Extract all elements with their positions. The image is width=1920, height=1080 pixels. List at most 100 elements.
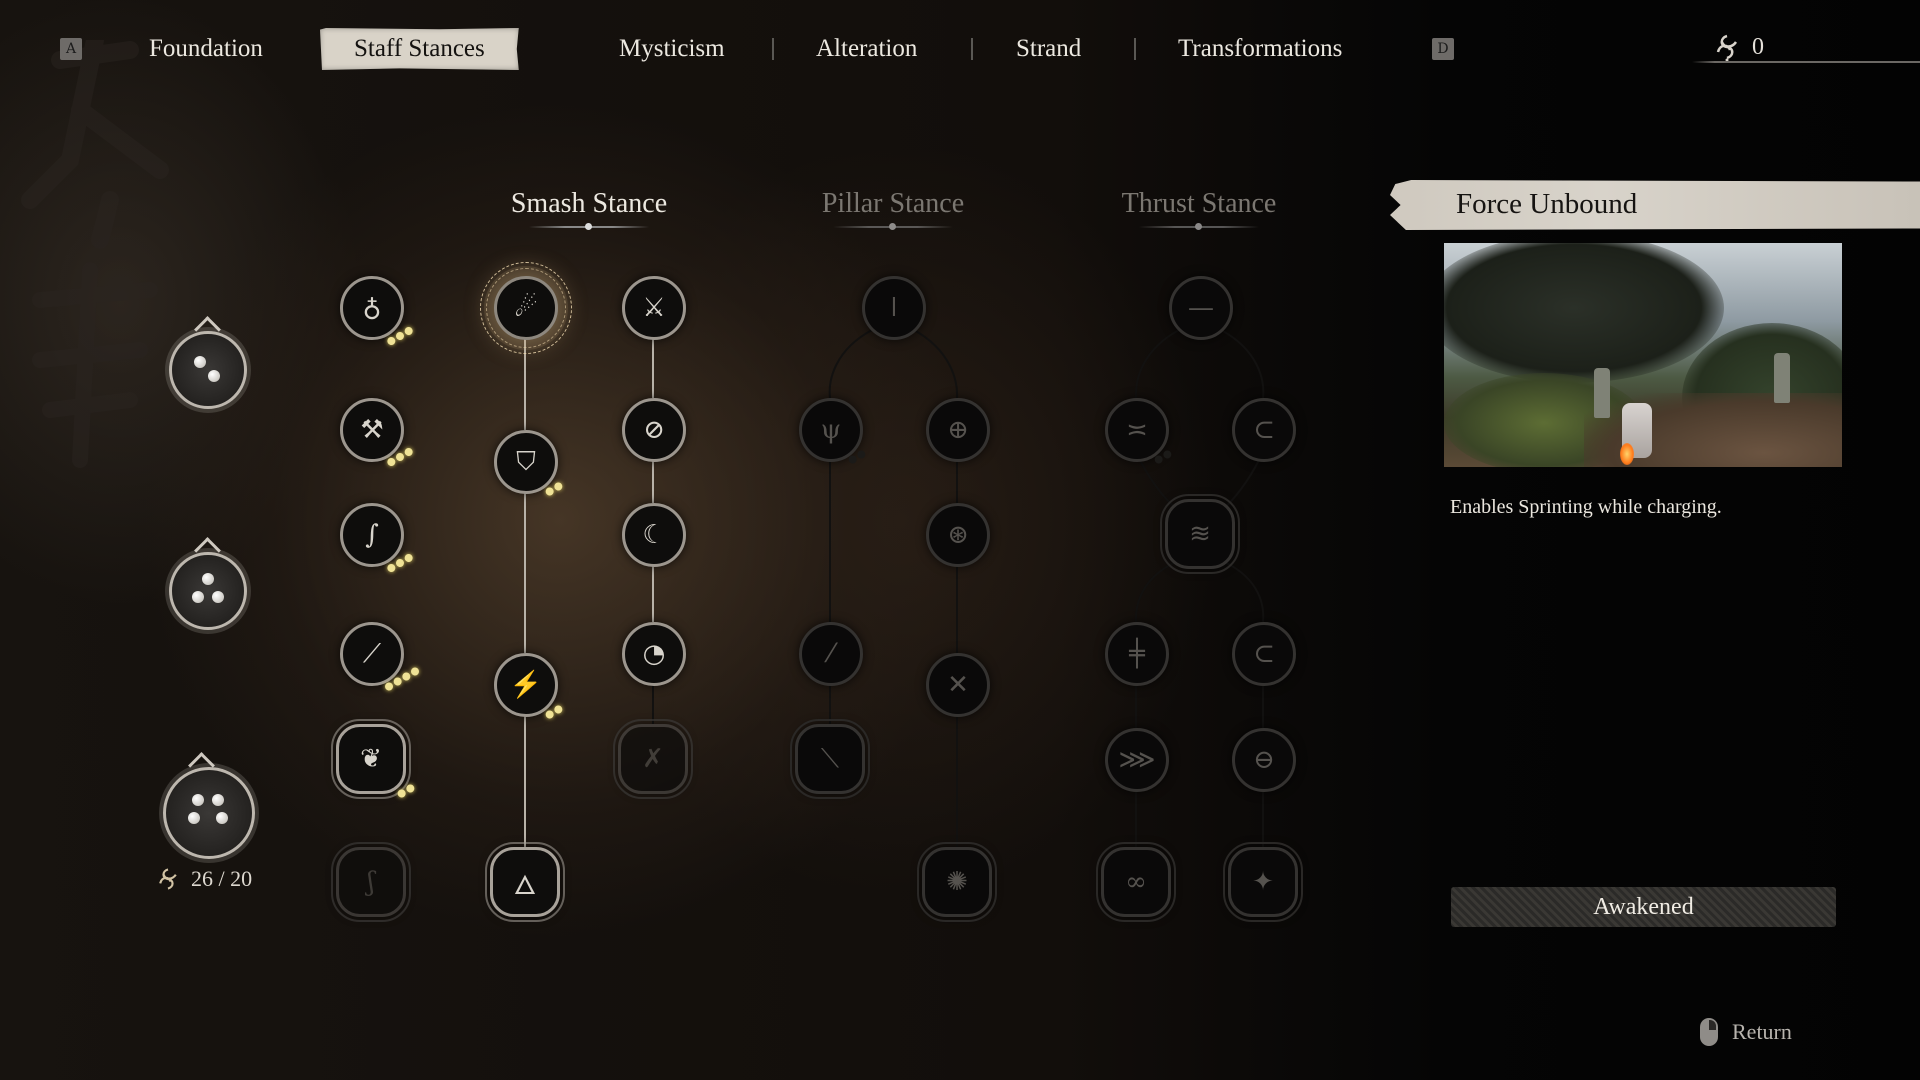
- force-unbound-icon: ☄: [514, 293, 538, 323]
- connector-curve: [1139, 459, 1179, 511]
- skill-node-thrust-feather[interactable]: ⋙: [1105, 728, 1169, 792]
- connector-curve: [1220, 329, 1265, 399]
- skill-node-thrust-loop[interactable]: ⊂: [1232, 398, 1296, 462]
- staff-arc-icon: ⊘: [643, 415, 665, 445]
- skill-node-pillar-vortex[interactable]: ⊛: [926, 503, 990, 567]
- mouse-right-click-icon: [1700, 1018, 1718, 1046]
- essence-dot: [216, 812, 228, 824]
- skill-node-force-unbound[interactable]: ☄: [494, 276, 558, 340]
- pillar-lean-icon: ⁄: [828, 639, 834, 669]
- shield-staff-icon: ⛉: [516, 446, 536, 477]
- skill-node-pillar-sprout[interactable]: ψ: [799, 398, 863, 462]
- thrust-star-icon: ✦: [1252, 867, 1274, 897]
- skill-node-thrust-cross[interactable]: ╪: [1105, 622, 1169, 686]
- skill-node-staff-spiral[interactable]: ❦: [331, 719, 411, 799]
- skill-node-staff-flame[interactable]: 🜂: [485, 842, 565, 922]
- thrust-cross-icon: ╪: [1129, 639, 1145, 669]
- essence-dot: [192, 591, 204, 603]
- pillar-top-icon: ǀ: [890, 293, 898, 323]
- staff-grip-icon: ⚒: [360, 415, 384, 445]
- preview-lantern: [1774, 353, 1790, 403]
- skill-node-pillar-lean[interactable]: ⁄: [799, 622, 863, 686]
- thrust-sweep-icon: ⊂: [1253, 639, 1275, 669]
- skill-node-flame-drop[interactable]: ♁: [340, 276, 404, 340]
- skill-node-thrust-star[interactable]: ✦: [1223, 842, 1303, 922]
- connector-curve: [828, 329, 873, 399]
- skill-node-thrust-dash[interactable]: ≍: [1105, 398, 1169, 462]
- essence-tier-3[interactable]: [169, 552, 247, 630]
- pillar-vortex-icon: ⊛: [947, 520, 969, 550]
- skill-node-pillar-cross[interactable]: ✕: [926, 653, 990, 717]
- skill-node-pillar-ring[interactable]: ⊕: [926, 398, 990, 462]
- skill-description: Enables Sprinting while charging.: [1450, 496, 1722, 518]
- spark-swirl-icon: [159, 868, 177, 890]
- skill-node-thrust-rush[interactable]: ≋: [1160, 494, 1240, 574]
- essence-dot: [194, 356, 206, 368]
- essence-dot: [192, 794, 204, 806]
- skill-node-staff-charge[interactable]: ⟋: [340, 622, 404, 686]
- crossed-staff-icon: ⚔: [642, 293, 666, 323]
- crossed-staff-flame-icon: ✗: [642, 744, 664, 774]
- pillar-sprout-icon: ψ: [820, 415, 842, 445]
- preview-tree: [1444, 243, 1724, 383]
- skill-node-shield-staff[interactable]: ⛉: [494, 430, 558, 494]
- skill-node-staff-whirl[interactable]: ʃ: [331, 842, 411, 922]
- skill-node-thrust-line[interactable]: —: [1169, 276, 1233, 340]
- skill-node-thrust-wave[interactable]: ∞: [1096, 842, 1176, 922]
- essence-tier-4[interactable]: [163, 767, 255, 859]
- skill-detail-title-banner: Force Unbound: [1390, 180, 1920, 230]
- thrust-orb-icon: ⊖: [1253, 745, 1275, 775]
- essence-dot: [212, 591, 224, 603]
- pillar-ring-icon: ⊕: [947, 415, 969, 445]
- skill-node-thrust-orb[interactable]: ⊖: [1232, 728, 1296, 792]
- skill-node-pillar-top[interactable]: ǀ: [862, 276, 926, 340]
- thrust-rush-icon: ≋: [1189, 519, 1211, 549]
- thrust-loop-icon: ⊂: [1253, 415, 1275, 445]
- return-label: Return: [1732, 1019, 1792, 1044]
- pillar-spin-icon: ✺: [946, 867, 968, 897]
- skill-node-crescent[interactable]: ☾: [622, 503, 686, 567]
- staff-whirl-icon: ʃ: [367, 867, 375, 897]
- connector-curve: [1134, 329, 1180, 399]
- staff-swing-icon: ∫: [365, 520, 379, 550]
- skill-node-crossed-staff-flame[interactable]: ✗: [613, 719, 693, 799]
- thrust-wave-icon: ∞: [1125, 867, 1147, 897]
- thrust-line-icon: —: [1188, 293, 1214, 323]
- staff-charge-icon: ⟋: [362, 638, 382, 669]
- crescent-icon: ☾: [642, 520, 666, 550]
- skill-node-thrust-sweep[interactable]: ⊂: [1232, 622, 1296, 686]
- connector-curve: [1134, 559, 1181, 623]
- connector-curve: [1219, 559, 1265, 623]
- skill-detail-title: Force Unbound: [1456, 188, 1638, 220]
- skill-node-pillar-fall[interactable]: ⟍: [790, 719, 870, 799]
- connector-curve: [1221, 459, 1260, 511]
- essence-count-value: 26 / 20: [191, 866, 253, 891]
- flame-drop-icon: ♁: [362, 293, 382, 323]
- skill-node-staff-swing[interactable]: ∫: [340, 503, 404, 567]
- essence-counter: 26 / 20: [155, 866, 252, 892]
- skill-node-crossed-staff[interactable]: ⚔: [622, 276, 686, 340]
- essence-tier-2[interactable]: [169, 331, 247, 409]
- skill-node-staff-arc[interactable]: ⊘: [622, 398, 686, 462]
- skill-node-crescent-flame[interactable]: ◔: [622, 622, 686, 686]
- connector-curve: [913, 329, 959, 399]
- preview-flame: [1620, 443, 1634, 465]
- thrust-dash-icon: ≍: [1126, 415, 1148, 445]
- staff-strike-icon: ⚡: [509, 670, 543, 700]
- skill-preview-image: [1444, 243, 1842, 467]
- staff-spiral-icon: ❦: [360, 744, 382, 774]
- staff-flame-icon: 🜂: [513, 870, 537, 901]
- pillar-cross-icon: ✕: [947, 670, 969, 700]
- skill-status-awakened: Awakened: [1451, 887, 1836, 927]
- essence-dot: [202, 573, 214, 585]
- preview-lantern: [1594, 368, 1610, 418]
- skill-node-staff-grip[interactable]: ⚒: [340, 398, 404, 462]
- crescent-flame-icon: ◔: [642, 639, 666, 669]
- essence-dot: [208, 370, 220, 382]
- essence-dot: [188, 812, 200, 824]
- essence-dot: [212, 794, 224, 806]
- pillar-fall-icon: ⟍: [820, 743, 840, 774]
- skill-node-pillar-spin[interactable]: ✺: [917, 842, 997, 922]
- skill-node-staff-strike[interactable]: ⚡: [494, 653, 558, 717]
- return-button[interactable]: Return: [1700, 1018, 1792, 1046]
